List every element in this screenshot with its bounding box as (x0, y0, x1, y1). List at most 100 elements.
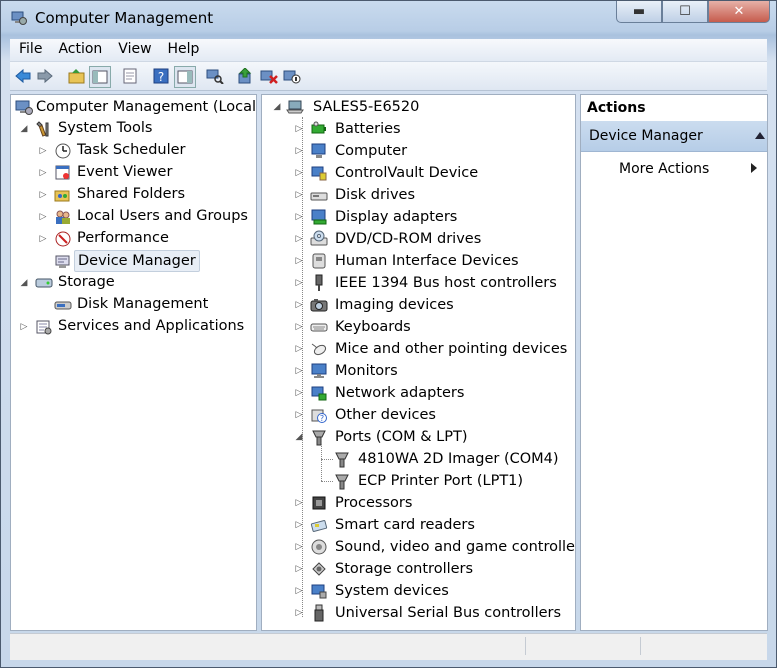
device-category-keyboards[interactable]: ▷ Keyboards (294, 316, 574, 338)
help-button[interactable]: ? (151, 66, 171, 86)
back-button[interactable] (13, 66, 33, 86)
minimize-button[interactable]: ▬ (616, 1, 662, 23)
device-category-storage-controllers[interactable]: ▷ Storage controllers (294, 558, 574, 580)
device-category-network-adapters[interactable]: ▷ Network adapters (294, 382, 574, 404)
device-category-human-interface-devices[interactable]: ▷ Human Interface Devices (294, 250, 574, 272)
tree-item-task-scheduler[interactable]: ▷ Task Scheduler (38, 140, 251, 162)
up-folder-button[interactable] (67, 66, 87, 86)
collapsed-arrow-icon[interactable]: ▷ (294, 118, 304, 140)
tree-item-device-manager[interactable]: Device Manager (38, 250, 251, 272)
device-category-other-devices[interactable]: ▷? Other devices (294, 404, 574, 426)
device-category-mice-and-other-pointing-devices[interactable]: ▷ Mice and other pointing devices (294, 338, 574, 360)
menu-action[interactable]: Action (49, 39, 109, 57)
device-category-disk-drives[interactable]: ▷ Disk drives (294, 184, 574, 206)
collapsed-arrow-icon[interactable]: ▷ (294, 536, 304, 558)
expanded-arrow-icon[interactable]: ◢ (272, 96, 282, 118)
tree-item-local-users-and-groups[interactable]: ▷ Local Users and Groups (38, 206, 251, 228)
device-category-display-adapters[interactable]: ▷ Display adapters (294, 206, 574, 228)
device-category-universal-serial-bus-controllers[interactable]: ▷ Universal Serial Bus controllers (294, 602, 574, 624)
device-tree-pane[interactable]: ◢ SALES5-E6520 ▷ Batteries ▷ Computer ▷ Contr… (261, 94, 576, 631)
collapsed-arrow-icon[interactable]: ▷ (294, 492, 304, 514)
collapsed-arrow-icon[interactable]: ▷ (294, 382, 304, 404)
device-category-system-devices[interactable]: ▷ System devices (294, 580, 574, 602)
show-hide-console-tree-button[interactable] (89, 66, 111, 88)
disable-icon (283, 70, 301, 84)
show-hide-action-pane-button[interactable] (174, 66, 196, 88)
device-category-computer[interactable]: ▷ Computer (294, 140, 574, 162)
title-bar[interactable]: Computer Management ▬ ☐ ✕ (1, 1, 776, 35)
port-icon (335, 474, 349, 490)
tree-item-label: Task Scheduler (77, 142, 186, 158)
menu-file[interactable]: File (10, 39, 49, 57)
collapsed-arrow-icon[interactable]: ▷ (294, 338, 304, 360)
expanded-arrow-icon[interactable]: ◢ (19, 118, 29, 140)
tree-item-event-viewer[interactable]: ▷ Event Viewer (38, 162, 251, 184)
collapse-icon[interactable] (755, 132, 765, 139)
device-category-ports-com-lpt[interactable]: ◢ Ports (COM & LPT) (294, 426, 574, 448)
collapsed-arrow-icon[interactable]: ▷ (294, 558, 304, 580)
tree-item-disk-management[interactable]: Disk Management (38, 294, 251, 316)
computer-management-icon (11, 11, 27, 25)
expanded-arrow-icon[interactable]: ◢ (294, 426, 304, 448)
disable-button[interactable] (282, 66, 302, 86)
maximize-icon: ☐ (679, 4, 691, 19)
tree-item-performance[interactable]: ▷ Performance (38, 228, 251, 250)
device-category-dvd-cd-rom-drives[interactable]: ▷ DVD/CD-ROM drives (294, 228, 574, 250)
device-4810wa-2d-imager-com4[interactable]: 4810WA 2D Imager (COM4) (317, 448, 567, 470)
collapsed-arrow-icon[interactable]: ▷ (294, 206, 304, 228)
menu-view[interactable]: View (109, 39, 158, 57)
collapsed-arrow-icon[interactable]: ▷ (38, 162, 48, 184)
collapsed-arrow-icon[interactable]: ▷ (294, 228, 304, 250)
device-ecp-printer-port-lpt1[interactable]: ECP Printer Port (LPT1) (317, 470, 567, 492)
properties-button[interactable] (120, 66, 140, 86)
expanded-arrow-icon[interactable]: ◢ (19, 272, 29, 294)
more-actions-item[interactable]: More Actions (619, 158, 709, 180)
device-category-ieee-1394-bus-host-controllers[interactable]: ▷ IEEE 1394 Bus host controllers (294, 272, 574, 294)
scan-hardware-button[interactable] (205, 66, 225, 86)
actions-device-manager-section[interactable]: Device Manager (581, 121, 767, 152)
collapsed-arrow-icon[interactable]: ▷ (294, 580, 304, 602)
device-category-batteries[interactable]: ▷ Batteries (294, 118, 574, 140)
console-tree-pane[interactable]: Computer Management (Local) ◢ System Tool… (10, 94, 257, 631)
storage-controller-icon (312, 562, 326, 576)
collapsed-arrow-icon[interactable]: ▷ (294, 316, 304, 338)
computer-icon (311, 143, 326, 158)
properties-icon (123, 68, 137, 84)
collapsed-arrow-icon[interactable]: ▷ (294, 140, 304, 162)
collapsed-arrow-icon[interactable]: ▷ (294, 404, 304, 426)
tree-item-shared-folders[interactable]: ▷ Shared Folders (38, 184, 251, 206)
device-category-processors[interactable]: ▷ Processors (294, 492, 574, 514)
collapsed-arrow-icon[interactable]: ▷ (294, 294, 304, 316)
update-driver-button[interactable] (236, 66, 256, 86)
tree-item-storage[interactable]: ◢ Storage (19, 272, 251, 294)
collapsed-arrow-icon[interactable]: ▷ (38, 184, 48, 206)
close-button[interactable]: ✕ (708, 1, 770, 23)
collapsed-arrow-icon[interactable]: ▷ (294, 184, 304, 206)
tree-item-label: Services and Applications (58, 318, 245, 334)
uninstall-button[interactable] (259, 66, 279, 86)
device-category-imaging-devices[interactable]: ▷ Imaging devices (294, 294, 574, 316)
collapsed-arrow-icon[interactable]: ▷ (38, 140, 48, 162)
device-manager-icon (55, 255, 70, 268)
collapsed-arrow-icon[interactable]: ▷ (38, 228, 48, 250)
device-category-smart-card-readers[interactable]: ▷ Smart card readers (294, 514, 574, 536)
collapsed-arrow-icon[interactable]: ▷ (294, 514, 304, 536)
collapsed-arrow-icon[interactable]: ▷ (19, 316, 29, 338)
menu-help[interactable]: Help (159, 39, 207, 57)
collapsed-arrow-icon[interactable]: ▷ (294, 162, 304, 184)
maximize-button[interactable]: ☐ (662, 1, 708, 23)
collapsed-arrow-icon[interactable]: ▷ (38, 206, 48, 228)
device-category-label: Universal Serial Bus controllers (335, 605, 562, 621)
forward-button[interactable] (35, 66, 55, 86)
tree-item-services-and-applications[interactable]: ▷ Services and Applications (19, 316, 251, 338)
show-hide-console-tree-icon (92, 70, 108, 84)
device-category-monitors[interactable]: ▷ Monitors (294, 360, 574, 382)
collapsed-arrow-icon[interactable]: ▷ (294, 250, 304, 272)
collapsed-arrow-icon[interactable]: ▷ (294, 272, 304, 294)
collapsed-arrow-icon[interactable]: ▷ (294, 602, 304, 624)
device-category-sound-video-and-game-controllers[interactable]: ▷ Sound, video and game controllers (294, 536, 575, 558)
collapsed-arrow-icon[interactable]: ▷ (294, 360, 304, 382)
tree-item-system-tools[interactable]: ◢ System Tools (19, 118, 251, 140)
device-category-controlvault-device[interactable]: ▷ ControlVault Device (294, 162, 574, 184)
laptop-icon (286, 100, 304, 114)
